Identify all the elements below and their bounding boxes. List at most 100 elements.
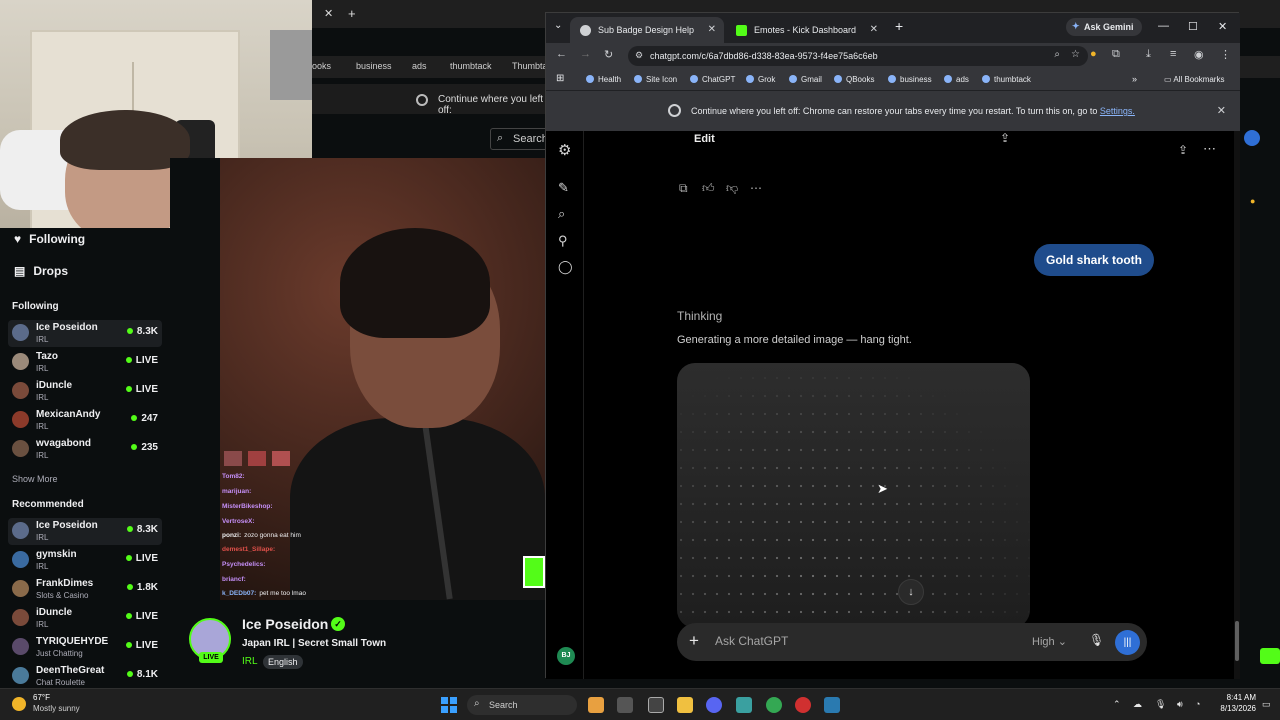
chrome-icon[interactable] <box>766 697 782 713</box>
start-button[interactable] <box>441 697 457 713</box>
bookmark-thumbtack[interactable]: thumbtack <box>982 75 1031 84</box>
apps-icon[interactable]: ⊞ <box>556 73 564 84</box>
chat-bubble-icon[interactable]: ◯ <box>558 259 573 275</box>
close-window-icon[interactable]: ✕ <box>1218 20 1227 33</box>
chat-username[interactable]: k_DEDb07: <box>222 590 256 597</box>
chat-username[interactable]: ponzi: <box>222 532 241 539</box>
zoom-icon[interactable]: ⌕ <box>1054 49 1060 60</box>
share-icon[interactable]: ⇪ <box>1178 143 1188 157</box>
settings-link[interactable]: Settings. <box>1100 106 1135 116</box>
weather-temperature[interactable]: 67°F <box>33 693 50 702</box>
add-attachment-icon[interactable]: + <box>689 631 699 651</box>
clock-date[interactable]: 8/13/2026 <box>1206 704 1256 713</box>
recommended-item[interactable]: Ice Poseidon IRL 8.3K <box>8 518 162 545</box>
recommended-item[interactable]: DeenTheGreat Chat Roulette 8.1K <box>8 663 162 690</box>
bookmark[interactable]: thumbtack <box>450 61 492 71</box>
recommended-item[interactable]: iDuncle IRL LIVE <box>8 605 162 632</box>
address-bar[interactable]: ⚙ chatgpt.com/c/6a7dbd86-d338-83ea-9573-… <box>628 46 1088 66</box>
tab-search-icon[interactable]: ⌄ <box>554 20 562 31</box>
pin-icon[interactable]: ⚲ <box>558 233 568 249</box>
more-options-icon[interactable]: ⋯ <box>1203 141 1216 157</box>
more-bookmarks-icon[interactable]: » <box>1132 74 1137 84</box>
volume-icon[interactable]: 🔊︎ <box>1177 699 1183 710</box>
scrollbar[interactable] <box>1234 131 1240 679</box>
app-icon[interactable] <box>736 697 752 713</box>
app-icon[interactable] <box>795 697 811 713</box>
taskbar-search[interactable]: ⌕ Search <box>467 695 577 715</box>
chat-username[interactable]: VertroseX: <box>222 518 255 525</box>
profile-icon[interactable]: ◉ <box>1194 48 1204 61</box>
thinking-status[interactable]: Thinking <box>677 309 722 323</box>
extension-icon[interactable]: ● <box>1090 48 1097 60</box>
close-icon[interactable]: ✕ <box>1217 104 1226 117</box>
bookmark-health[interactable]: Health <box>586 75 621 84</box>
thumbs-down-icon[interactable]: 👎︎ <box>726 181 738 196</box>
following-item[interactable]: Ice Poseidon IRL 8.3K <box>8 320 162 347</box>
all-bookmarks[interactable]: ▭ All Bookmarks <box>1164 75 1224 84</box>
file-explorer-icon[interactable] <box>677 697 693 713</box>
chat-username[interactable]: MisterBikeshop: <box>222 503 273 510</box>
weather-description[interactable]: Mostly sunny <box>33 704 80 713</box>
chevron-up-icon[interactable]: ⌃ <box>1113 699 1121 710</box>
show-more-link[interactable]: Show More <box>12 474 58 484</box>
profile-icon[interactable] <box>1244 130 1260 146</box>
following-item[interactable]: Tazo IRL LIVE <box>8 349 162 376</box>
search-icon[interactable]: ⌕ <box>558 206 565 222</box>
bookmark-chatgpt[interactable]: ChatGPT <box>690 75 735 84</box>
bookmark-site-icon[interactable]: Site Icon <box>634 75 677 84</box>
bookmark-star-icon[interactable]: ☆ <box>1071 49 1080 60</box>
cloud-icon[interactable]: ☁ <box>1133 699 1142 710</box>
bookmark[interactable]: ooks <box>312 61 331 71</box>
stream-language-tag[interactable]: English <box>263 655 303 669</box>
model-select[interactable]: High ⌄ <box>1032 635 1067 648</box>
prompt-input[interactable] <box>715 634 965 648</box>
back-icon[interactable]: ← <box>556 48 567 60</box>
copy-icon[interactable]: ⧉ <box>679 181 688 196</box>
bookmark-gmail[interactable]: Gmail <box>789 75 822 84</box>
tab-emotes[interactable]: Emotes - Kick Dashboard ✕ <box>726 17 886 43</box>
chat-username[interactable]: Psychedelics: <box>222 561 265 568</box>
reload-icon[interactable]: ↻ <box>604 48 613 61</box>
forward-icon[interactable]: → <box>580 48 591 60</box>
maximize-icon[interactable]: ☐ <box>1188 20 1198 33</box>
clock-time[interactable]: 8:41 AM <box>1216 693 1256 702</box>
user-avatar[interactable]: BJ <box>557 647 575 665</box>
chat-username[interactable]: Tom82: <box>222 473 245 480</box>
close-icon[interactable]: ✕ <box>870 24 878 35</box>
chat-button[interactable] <box>1260 648 1280 664</box>
chat-username[interactable]: briancf: <box>222 576 246 583</box>
sidebar-item-following[interactable]: ♥ Following <box>14 232 85 246</box>
task-view-icon[interactable] <box>617 697 633 713</box>
more-actions-icon[interactable]: ⋯ <box>750 181 762 195</box>
stream-category[interactable]: IRL <box>242 656 258 667</box>
voice-mode-button[interactable]: ||| <box>1115 630 1140 655</box>
new-tab-button[interactable]: + <box>895 18 903 34</box>
channel-name[interactable]: Ice Poseidon <box>242 616 328 632</box>
following-item[interactable]: wvagabond IRL 235 <box>8 436 162 463</box>
bookmark[interactable]: ads <box>412 61 427 71</box>
following-item[interactable]: iDuncle IRL LIVE <box>8 378 162 405</box>
network-icon[interactable]: ◔ <box>1195 699 1200 709</box>
new-chat-icon[interactable]: ✎ <box>558 180 569 196</box>
recommended-item[interactable]: FrankDimes Slots & Casino 1.8K <box>8 576 162 603</box>
scroll-down-button[interactable]: ↓ <box>898 579 924 605</box>
openai-logo-icon[interactable]: ⚙ <box>558 141 571 159</box>
notepad-icon[interactable] <box>648 697 664 713</box>
minimize-icon[interactable]: — <box>1158 20 1169 32</box>
kick-search-input[interactable]: ⌕ Search <box>490 128 550 150</box>
recommended-item[interactable]: gymskin IRL LIVE <box>8 547 162 574</box>
app-icon[interactable] <box>824 697 840 713</box>
microphone-icon[interactable]: 🎙︎ <box>1089 633 1104 647</box>
scrollbar-thumb[interactable] <box>1235 621 1239 661</box>
sun-icon[interactable] <box>12 697 26 711</box>
following-item[interactable]: MexicanAndy IRL 247 <box>8 407 162 434</box>
new-tab-icon[interactable]: + <box>348 6 356 21</box>
recommended-item[interactable]: TYRIQUEHYDE Just Chatting LIVE <box>8 634 162 661</box>
bookmark-business[interactable]: business <box>888 75 932 84</box>
thumbs-up-icon[interactable]: 👍︎ <box>702 181 715 196</box>
microphone-icon[interactable]: 🎙︎ <box>1155 699 1166 710</box>
bookmark[interactable]: Thumbta <box>512 61 548 71</box>
chat-username[interactable]: marijuan: <box>222 488 251 495</box>
close-icon[interactable]: ✕ <box>708 24 716 35</box>
tab-close-icon[interactable]: ✕ <box>324 7 333 20</box>
